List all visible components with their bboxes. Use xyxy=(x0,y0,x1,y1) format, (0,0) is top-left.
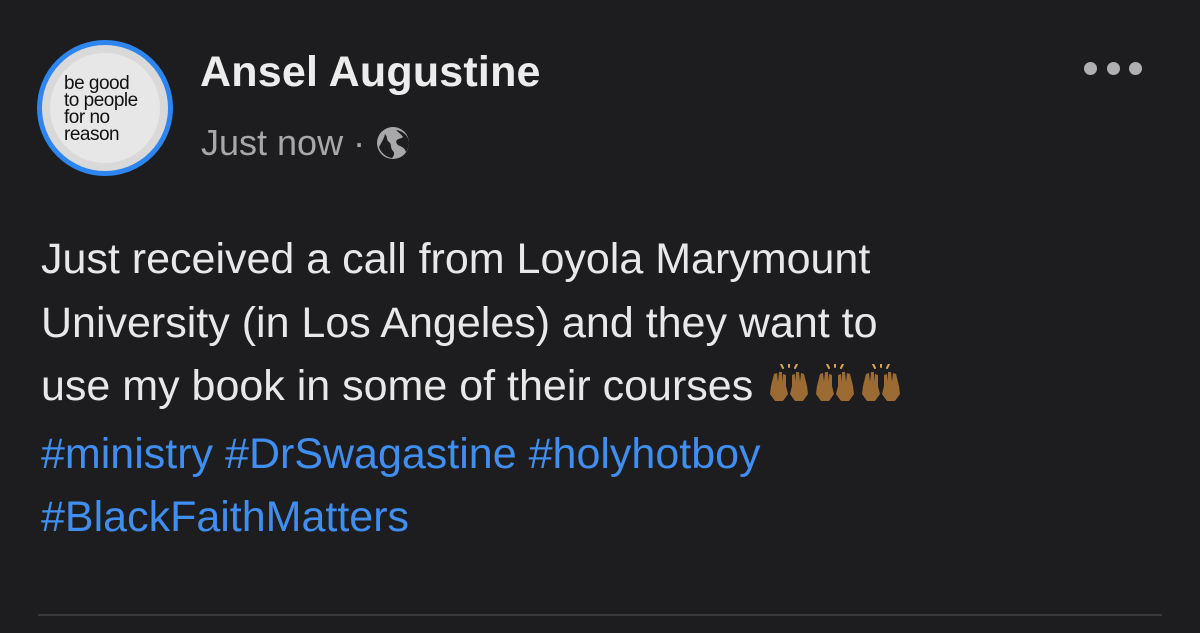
more-dot xyxy=(1084,61,1097,75)
raising-hands-emoji xyxy=(862,364,901,401)
post-meta: Just now · xyxy=(201,122,411,164)
raising-hands-emoji xyxy=(816,364,855,401)
body-line: use my book in some of their courses xyxy=(41,362,754,410)
hashtag-link[interactable]: #holyhotboy xyxy=(529,430,761,478)
raising-hands-emoji xyxy=(770,364,809,401)
facebook-post: be good to people for no reason Ansel Au… xyxy=(0,0,1200,633)
emoji-group xyxy=(767,359,905,423)
body-line-with-emoji: use my book in some of their courses xyxy=(41,355,1171,423)
author-name[interactable]: Ansel Augustine xyxy=(200,48,541,97)
divider xyxy=(38,614,1162,616)
more-dot xyxy=(1129,61,1142,75)
avatar[interactable]: be good to people for no reason xyxy=(37,40,173,176)
avatar-image: be good to people for no reason xyxy=(50,53,160,163)
more-dot xyxy=(1106,61,1120,75)
hashtag-link[interactable]: #BlackFaithMatters xyxy=(41,493,409,541)
avatar-caption: be good to people for no reason xyxy=(64,73,138,145)
body-line: Just received a call from Loyola Marymou… xyxy=(41,235,871,283)
hashtag-line: #BlackFaithMatters xyxy=(41,486,1171,550)
post-body: Just received a call from Loyola Marymou… xyxy=(41,228,1171,550)
more-options-icon[interactable] xyxy=(1084,56,1142,80)
hashtag-link[interactable]: #ministry xyxy=(41,430,213,478)
body-line: University (in Los Angeles) and they wan… xyxy=(41,298,878,347)
globe-icon[interactable] xyxy=(375,125,411,161)
timestamp[interactable]: Just now xyxy=(201,122,343,164)
hashtag-line: #ministry #DrSwagastine #holyhotboy xyxy=(41,423,1171,487)
meta-separator: · xyxy=(353,122,366,163)
hashtag-link[interactable]: #DrSwagastine xyxy=(225,430,517,478)
